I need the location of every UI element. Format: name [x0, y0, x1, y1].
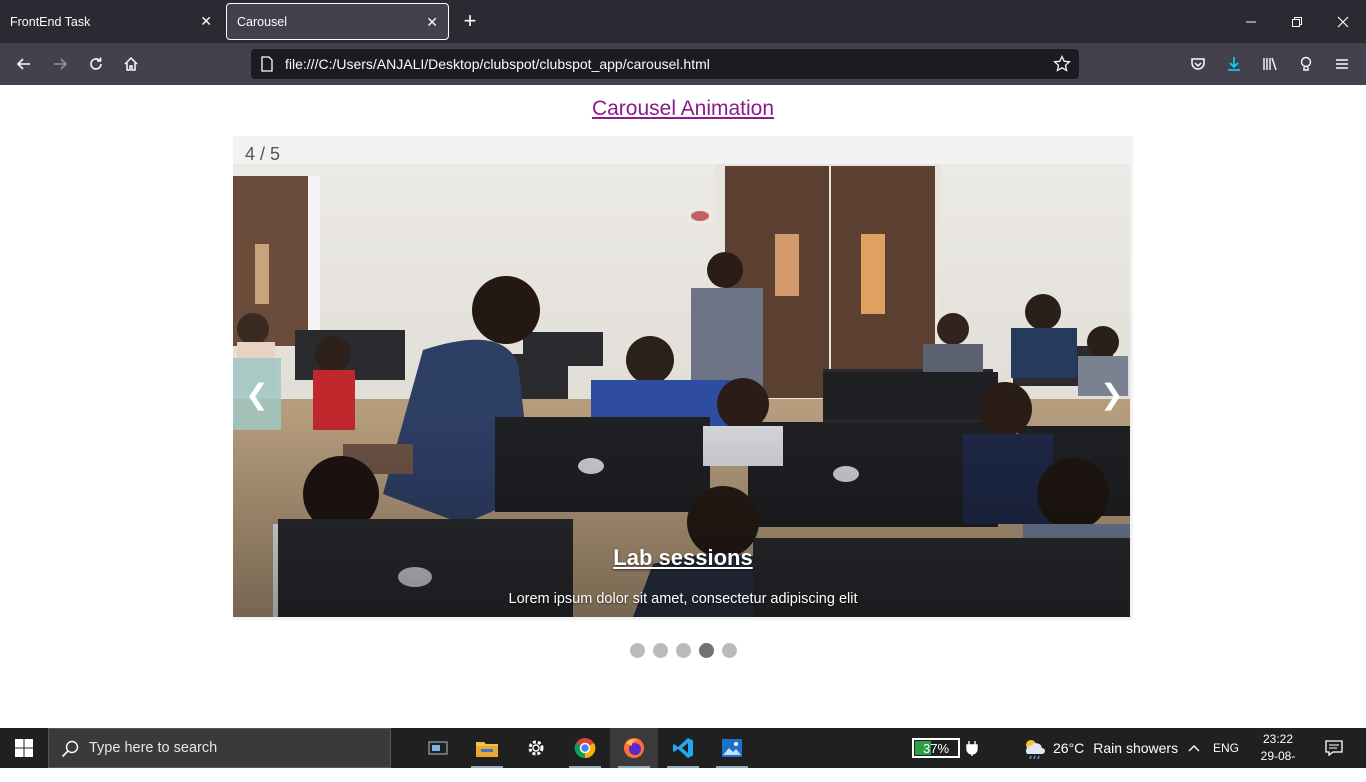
close-tab-icon[interactable]: ✕	[426, 14, 438, 31]
carousel-slide: 4 / 5 Lab sessions Lorem ipsum dolor sit…	[233, 136, 1133, 620]
weather-widget[interactable]: 26°C Rain showers	[1022, 728, 1178, 768]
battery-indicator[interactable]: 37%	[912, 738, 960, 758]
page-title-link[interactable]: Carousel Animation	[0, 97, 1366, 121]
notification-icon	[1325, 740, 1343, 756]
slide-dot-4[interactable]	[698, 643, 714, 658]
tab-carousel[interactable]: Carousel ✕	[226, 3, 449, 40]
minimize-button[interactable]	[1228, 0, 1274, 43]
chrome-app[interactable]	[561, 728, 609, 768]
slide-caption-text: Lorem ipsum dolor sit amet, consectetur …	[508, 591, 858, 607]
rain-cloud-icon	[1026, 740, 1045, 759]
reload-icon	[90, 57, 102, 70]
photos-app[interactable]	[708, 728, 756, 768]
extension-button[interactable]	[1294, 52, 1318, 76]
slide-dot-2[interactable]	[652, 643, 668, 658]
download-icon	[1228, 57, 1240, 71]
slide-counter: 4 / 5	[245, 144, 281, 164]
back-button[interactable]	[12, 52, 36, 76]
chrome-icon	[574, 738, 596, 759]
chevron-up-icon	[1188, 745, 1200, 752]
url-bar[interactable]: file:///C:/Users/ANJALI/Desktop/clubspot…	[251, 49, 1079, 79]
folder-icon	[476, 742, 498, 757]
home-icon	[124, 56, 138, 71]
task-view-button[interactable]	[414, 728, 462, 768]
tab-label: Carousel	[237, 14, 288, 29]
windows-taskbar: Type here to search 37% 26°C Rain shower…	[0, 728, 1366, 780]
taskbar-search-input[interactable]: Type here to search	[48, 728, 391, 768]
slide-dot-3[interactable]	[675, 643, 691, 658]
battery-percent: 37%	[922, 740, 950, 756]
vscode-icon	[673, 738, 693, 758]
navigation-toolbar: file:///C:/Users/ANJALI/Desktop/clubspot…	[0, 43, 1366, 85]
library-icon	[1263, 57, 1277, 71]
page-icon	[260, 56, 274, 75]
notifications-button[interactable]	[1325, 728, 1343, 768]
firefox-app[interactable]	[610, 728, 658, 768]
tab-bar: FrontEnd Task ✕ Carousel ✕ +	[0, 0, 1366, 43]
clock-time: 23:22	[1262, 732, 1294, 746]
tab-frontend-task[interactable]: FrontEnd Task ✕	[0, 3, 222, 40]
clock[interactable]: 23:22 29-08-2021	[1250, 731, 1306, 782]
pocket-button[interactable]	[1186, 52, 1210, 76]
slide-indicator-dots	[0, 643, 1366, 658]
firefox-icon	[624, 738, 644, 758]
settings-app[interactable]	[512, 728, 560, 768]
start-button[interactable]	[0, 728, 48, 768]
show-hidden-icons-button[interactable]	[1188, 728, 1200, 768]
search-placeholder: Type here to search	[89, 740, 218, 756]
pocket-icon	[1191, 58, 1205, 70]
gear-icon	[528, 740, 544, 756]
home-button[interactable]	[119, 52, 143, 76]
task-view-icon	[428, 741, 448, 755]
forward-button[interactable]	[48, 52, 72, 76]
tab-label: FrontEnd Task	[10, 14, 91, 29]
close-tab-icon[interactable]: ✕	[200, 13, 212, 30]
minimize-icon	[1246, 21, 1256, 22]
menu-button[interactable]	[1330, 52, 1354, 76]
downloads-button[interactable]	[1222, 52, 1246, 76]
search-icon	[61, 740, 79, 762]
next-slide-button[interactable]: ❯	[1088, 358, 1136, 430]
slide-caption-title: Lab sessions	[613, 545, 753, 570]
slide-dot-1[interactable]	[629, 643, 645, 658]
slide-dot-5[interactable]	[721, 643, 737, 658]
power-plug-icon	[966, 728, 978, 768]
file-explorer-app[interactable]	[463, 728, 511, 768]
page-content: Carousel Animation 4 / 5 Lab sessions Lo…	[0, 85, 1366, 728]
arrow-left-icon	[16, 58, 30, 70]
close-icon	[1337, 16, 1349, 27]
url-text: file:///C:/Users/ANJALI/Desktop/clubspot…	[285, 56, 710, 72]
bookmark-star-icon[interactable]	[1053, 54, 1071, 76]
close-window-button[interactable]	[1320, 0, 1366, 43]
library-button[interactable]	[1258, 52, 1282, 76]
language-indicator[interactable]: ENG	[1213, 728, 1239, 768]
previous-slide-button[interactable]: ❮	[233, 358, 281, 430]
clock-date: 29-08-2021	[1260, 749, 1296, 780]
arrow-right-icon	[54, 58, 68, 70]
weather-condition: Rain showers	[1093, 740, 1179, 756]
restore-icon	[1292, 16, 1302, 27]
weather-temperature: 26°C	[1053, 740, 1085, 756]
vscode-app[interactable]	[659, 728, 707, 768]
windows-logo-icon	[15, 739, 33, 757]
photos-icon	[722, 739, 742, 757]
lightbulb-icon	[1300, 56, 1312, 71]
hamburger-menu-icon	[1336, 59, 1348, 69]
reload-button[interactable]	[84, 52, 108, 76]
restore-button[interactable]	[1274, 0, 1320, 43]
new-tab-button[interactable]: +	[458, 9, 482, 33]
